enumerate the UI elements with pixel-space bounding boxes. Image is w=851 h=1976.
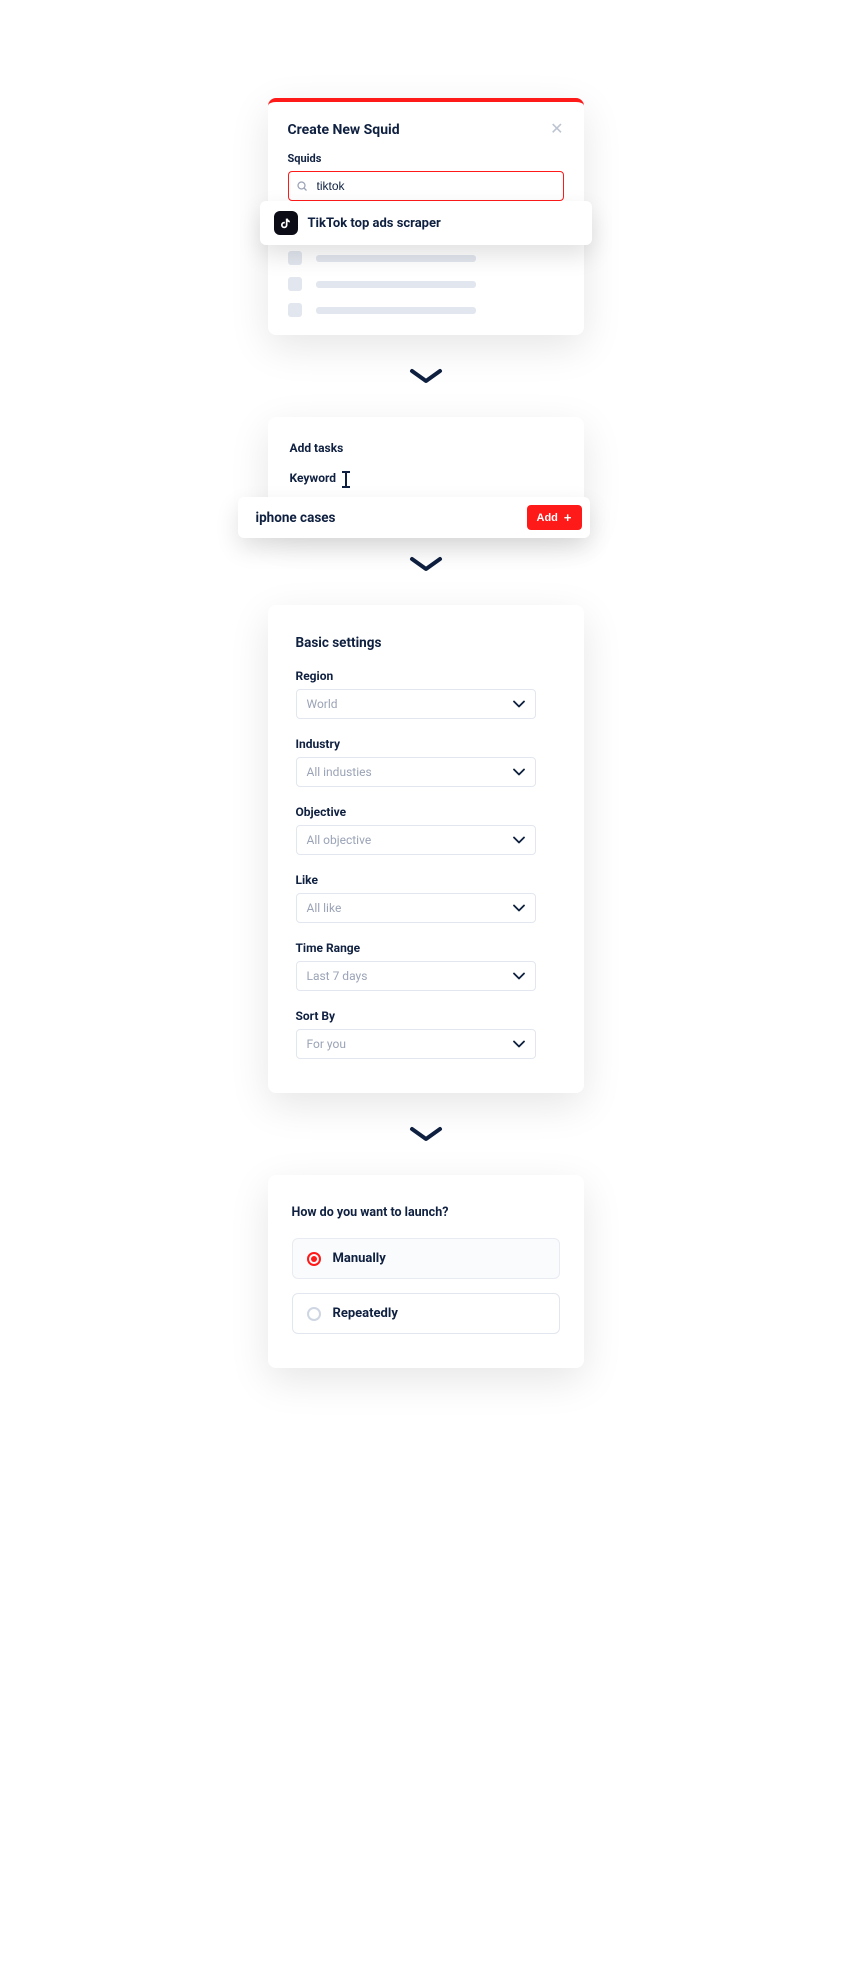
chevron-down-icon <box>513 700 525 708</box>
basic-settings-card: Basic settings Region World Industry All… <box>268 605 584 1093</box>
squids-label: Squids <box>268 152 584 171</box>
chevron-down-icon <box>408 367 444 385</box>
add-tasks-card: Add tasks Keyword iphone cases Add + <box>268 417 584 523</box>
sort-by-select[interactable]: For you <box>296 1029 536 1059</box>
field-label: Sort By <box>296 1009 556 1023</box>
chevron-down-icon <box>513 768 525 776</box>
radio-icon <box>307 1252 321 1266</box>
search-icon <box>296 180 308 192</box>
chevron-down-icon <box>513 904 525 912</box>
search-result-item[interactable]: TikTok top ads scraper <box>260 201 592 245</box>
field-region: Region World <box>296 669 556 719</box>
field-label: Like <box>296 873 556 887</box>
close-button[interactable]: ✕ <box>550 122 563 138</box>
chevron-down-icon <box>513 1040 525 1048</box>
skeleton-row <box>288 277 564 291</box>
chevron-down-icon <box>408 1125 444 1143</box>
search-wrap <box>268 171 584 201</box>
chevron-down-icon <box>513 836 525 844</box>
add-keyword-button[interactable]: Add + <box>527 505 582 530</box>
card-header: Create New Squid ✕ <box>268 122 584 152</box>
field-time-range: Time Range Last 7 days <box>296 941 556 991</box>
card-title: Create New Squid <box>288 122 400 138</box>
squid-search-input[interactable] <box>288 171 564 201</box>
keyword-value[interactable]: iphone cases <box>256 510 336 526</box>
objective-select[interactable]: All objective <box>296 825 536 855</box>
like-select[interactable]: All like <box>296 893 536 923</box>
launch-option-repeatedly[interactable]: Repeatedly <box>292 1293 560 1334</box>
launch-title: How do you want to launch? <box>292 1205 560 1220</box>
create-squid-card: Create New Squid ✕ Squids TikTok top ads… <box>268 98 584 335</box>
launch-card: How do you want to launch? Manually Repe… <box>268 1175 584 1368</box>
keyword-input-row: iphone cases Add + <box>238 497 590 538</box>
radio-icon <box>307 1307 321 1321</box>
time-range-select[interactable]: Last 7 days <box>296 961 536 991</box>
skeleton-row <box>288 303 564 317</box>
tiktok-icon <box>274 211 298 235</box>
field-label: Time Range <box>296 941 556 955</box>
search-result-label: TikTok top ads scraper <box>308 216 441 231</box>
field-label: Industry <box>296 737 556 751</box>
launch-option-manually[interactable]: Manually <box>292 1238 560 1279</box>
region-select[interactable]: World <box>296 689 536 719</box>
industry-select[interactable]: All industies <box>296 757 536 787</box>
field-like: Like All like <box>296 873 556 923</box>
skeleton-row <box>288 251 564 265</box>
basic-settings-title: Basic settings <box>296 635 556 651</box>
field-label: Objective <box>296 805 556 819</box>
field-label: Region <box>296 669 556 683</box>
field-industry: Industry All industies <box>296 737 556 787</box>
add-tasks-title: Add tasks <box>268 441 584 455</box>
field-sort-by: Sort By For you <box>296 1009 556 1059</box>
keyword-label: Keyword <box>268 471 584 485</box>
close-icon: ✕ <box>550 121 563 138</box>
chevron-down-icon <box>513 972 525 980</box>
field-objective: Objective All objective <box>296 805 556 855</box>
text-cursor-icon <box>345 472 347 487</box>
chevron-down-icon <box>408 555 444 573</box>
plus-icon: + <box>564 511 572 524</box>
